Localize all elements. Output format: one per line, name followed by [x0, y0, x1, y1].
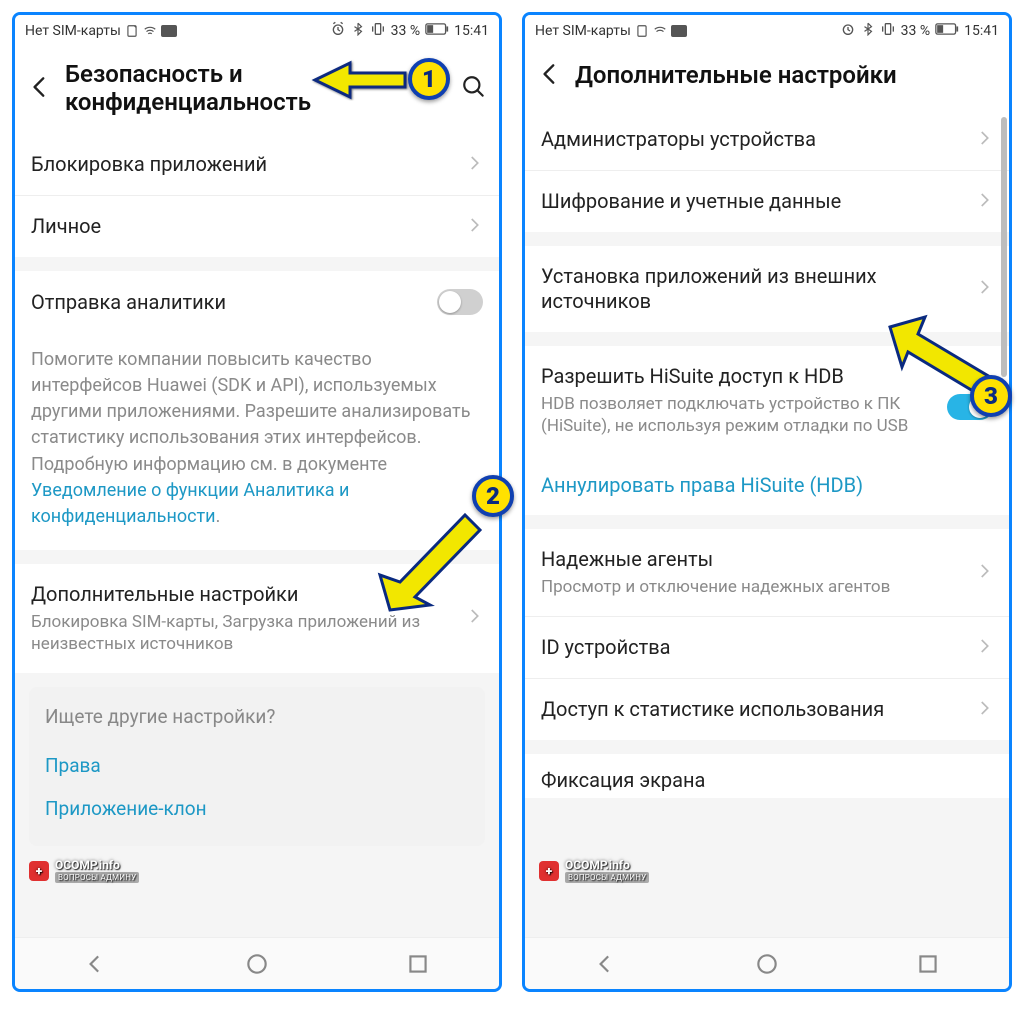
content-area: Блокировка приложений Личное Отправка ан… [15, 134, 499, 937]
chevron-right-icon [465, 216, 483, 238]
watermark-main: OCOMP.info [55, 858, 139, 872]
alarm-icon [840, 21, 856, 41]
row-hdb[interactable]: Разрешить HiSuite доступ к HDB HDB позво… [525, 346, 1009, 455]
watermark-plus-icon: + [539, 861, 559, 881]
row-install-external[interactable]: Установка приложений из внешних источник… [525, 246, 1009, 332]
nav-recent-button[interactable] [396, 942, 440, 986]
row-hdb-sub: HDB позволяет подключать устройство к ПК… [541, 393, 937, 437]
wifi-icon [653, 24, 667, 38]
search-button[interactable] [461, 74, 487, 104]
watermark-sub: ВОПРОСЫ АДМИНУ [565, 872, 649, 883]
analytics-notice-link[interactable]: Уведомление о функции Аналитика и конфид… [31, 480, 349, 527]
row-encryption[interactable]: Шифрование и учетные данные [525, 171, 1009, 232]
row-personal-label: Личное [31, 214, 455, 239]
chevron-right-icon [975, 637, 993, 659]
row-device-admins-label: Администраторы устройства [541, 127, 965, 152]
row-analytics[interactable]: Отправка аналитики [15, 271, 499, 333]
row-analytics-label: Отправка аналитики [31, 290, 427, 315]
row-usage-stats[interactable]: Доступ к статистике использования [525, 679, 1009, 740]
row-advanced-label: Дополнительные настройки [31, 582, 455, 607]
content-area: Администраторы устройства Шифрование и у… [525, 109, 1009, 937]
header: Дополнительные настройки [525, 47, 1009, 109]
nav-bar [15, 937, 499, 989]
status-bar: Нет SIM-карты 33 % 15:41 [15, 15, 499, 47]
row-device-admins[interactable]: Администраторы устройства [525, 109, 1009, 171]
row-trusted-sub: Просмотр и отключение надежных агентов [541, 576, 965, 598]
carrier-badge-icon [671, 25, 687, 37]
sim-icon [635, 24, 649, 38]
help-text-body: Помогите компании повысить качество инте… [31, 349, 470, 474]
row-install-external-label: Установка приложений из внешних источник… [541, 264, 965, 314]
watermark-sub: ВОПРОСЫ АДМИНУ [55, 872, 139, 883]
sim-icon [125, 24, 139, 38]
page-title: Дополнительные настройки [575, 62, 997, 90]
row-app-lock[interactable]: Блокировка приложений [15, 134, 499, 196]
vibrate-icon [880, 21, 896, 41]
nav-home-button[interactable] [745, 942, 789, 986]
nav-recent-button[interactable] [906, 942, 950, 986]
watermark: + OCOMP.info ВОПРОСЫ АДМИНУ [29, 858, 139, 883]
carrier-badge-icon [161, 25, 177, 37]
chevron-right-icon [975, 562, 993, 584]
battery-icon [935, 23, 959, 39]
chevron-right-icon [975, 191, 993, 213]
status-time: 15:41 [454, 23, 489, 39]
watermark-main: OCOMP.info [565, 858, 649, 872]
link-app-clone[interactable]: Приложение-клон [45, 787, 469, 830]
back-button[interactable] [27, 74, 53, 104]
row-hdb-label: Разрешить HiSuite доступ к HDB [541, 364, 937, 389]
vibrate-icon [370, 21, 386, 41]
back-button[interactable] [537, 61, 563, 91]
status-bar: Нет SIM-карты 33 % 15:41 [525, 15, 1009, 47]
analytics-toggle[interactable] [437, 289, 483, 315]
row-screen-pinning-cut[interactable]: Фиксация экрана [525, 754, 1009, 798]
page-title: Безопасность и конфиденциальность [65, 61, 449, 116]
row-trusted-agents[interactable]: Надежные агенты Просмотр и отключение на… [525, 529, 1009, 617]
nav-back-button[interactable] [74, 942, 118, 986]
alarm-icon [330, 21, 346, 41]
battery-percent: 33 % [391, 23, 420, 39]
row-device-id-label: ID устройства [541, 635, 965, 660]
battery-percent: 33 % [901, 23, 930, 39]
nav-bar [525, 937, 1009, 989]
row-advanced-settings[interactable]: Дополнительные настройки Блокировка SIM-… [15, 564, 499, 673]
nav-back-button[interactable] [584, 942, 628, 986]
row-advanced-sub: Блокировка SIM-карты, Загрузка приложени… [31, 611, 455, 655]
header: Безопасность и конфиденциальность [15, 47, 499, 134]
chevron-right-icon [975, 129, 993, 151]
scrollbar[interactable] [1001, 117, 1007, 377]
other-settings-card: Ищете другие настройки? Права Приложение… [29, 687, 485, 846]
row-usage-stats-label: Доступ к статистике использования [541, 697, 965, 722]
analytics-help-text: Помогите компании повысить качество инте… [15, 333, 499, 550]
status-sim-text: Нет SIM-карты [535, 23, 631, 39]
chevron-right-icon [975, 278, 993, 300]
nav-home-button[interactable] [235, 942, 279, 986]
phone-screen-advanced: Нет SIM-карты 33 % 15:41 Дополнительные … [522, 12, 1012, 992]
row-revoke-hisuite[interactable]: Аннулировать права HiSuite (HDB) [525, 455, 1009, 515]
watermark-plus-icon: + [29, 861, 49, 881]
link-permissions[interactable]: Права [45, 744, 469, 787]
bluetooth-icon [861, 22, 875, 40]
chevron-right-icon [465, 154, 483, 176]
status-sim-text: Нет SIM-карты [25, 23, 121, 39]
row-trusted-label: Надежные агенты [541, 547, 965, 572]
hdb-toggle[interactable] [947, 394, 993, 420]
row-app-lock-label: Блокировка приложений [31, 152, 455, 177]
chevron-right-icon [465, 607, 483, 629]
phone-screen-security: Нет SIM-карты 33 % 15:41 [12, 12, 502, 992]
wifi-icon [143, 24, 157, 38]
row-encryption-label: Шифрование и учетные данные [541, 189, 965, 214]
status-time: 15:41 [964, 23, 999, 39]
row-personal[interactable]: Личное [15, 196, 499, 257]
battery-icon [425, 23, 449, 39]
watermark: + OCOMP.info ВОПРОСЫ АДМИНУ [539, 858, 649, 883]
row-device-id[interactable]: ID устройства [525, 617, 1009, 679]
bluetooth-icon [351, 22, 365, 40]
other-settings-question: Ищете другие настройки? [45, 705, 469, 728]
help-text-period: . [216, 506, 221, 527]
chevron-right-icon [975, 699, 993, 721]
